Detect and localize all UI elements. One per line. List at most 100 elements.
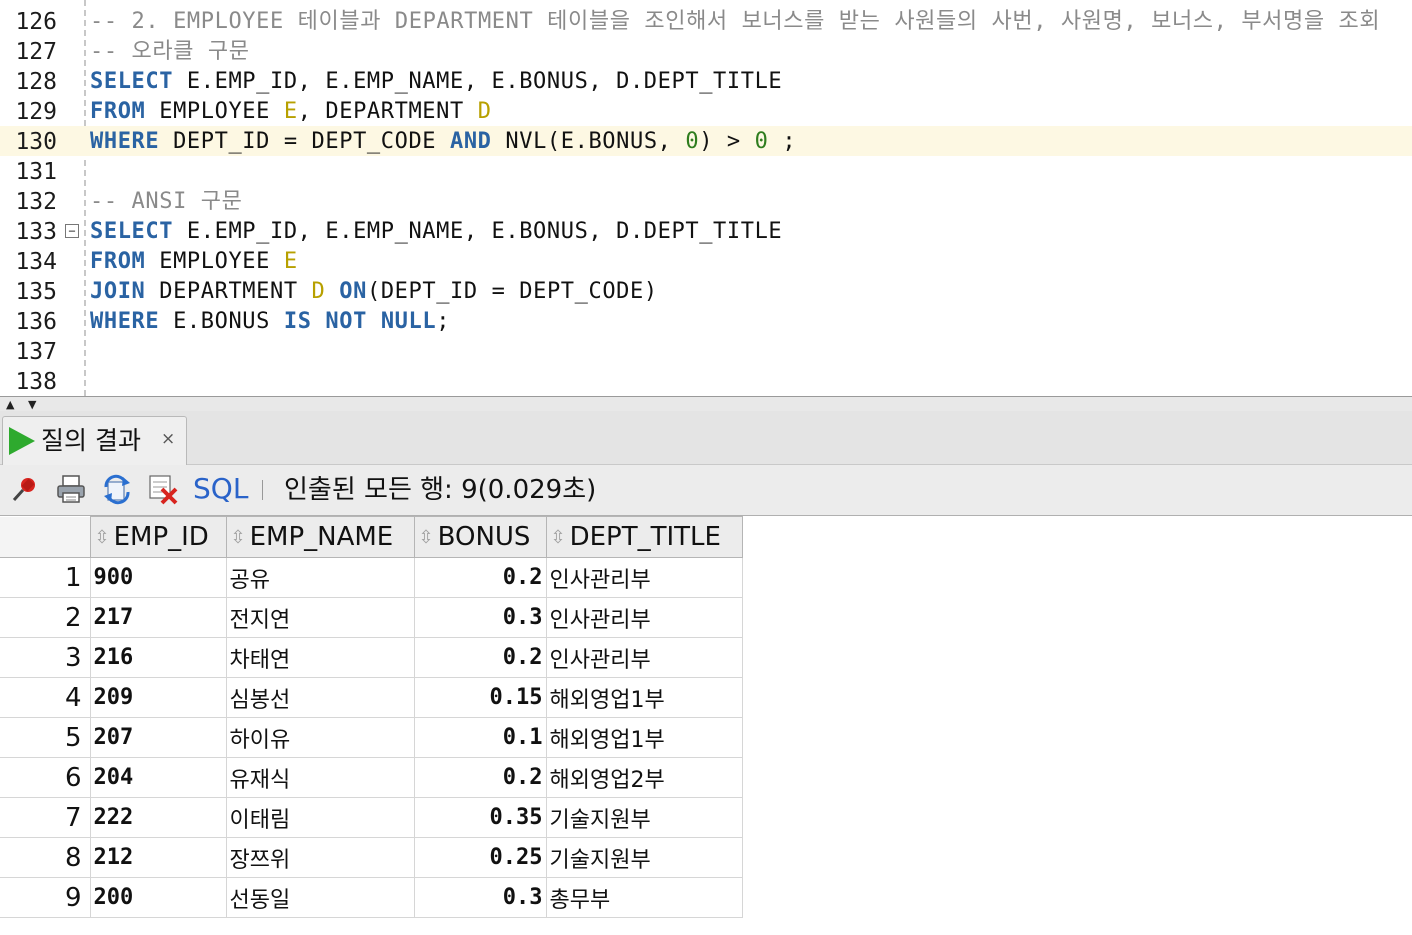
cell-bonus[interactable]: 0.1 bbox=[413, 717, 547, 758]
column-header-bonus[interactable]: ⇳ BONUS bbox=[413, 516, 547, 558]
line-number: 128 bbox=[15, 69, 57, 95]
refresh-icon[interactable] bbox=[101, 473, 133, 505]
cell-dept-title[interactable]: 인사관리부 bbox=[545, 637, 743, 678]
table-row[interactable]: 6 204 유재식 0.2 해외영업2부 bbox=[0, 757, 743, 798]
code-line[interactable]: 138 bbox=[0, 366, 1412, 396]
cell-dept-title[interactable]: 인사관리부 bbox=[545, 557, 743, 598]
cell-emp-id[interactable]: 207 bbox=[89, 717, 227, 758]
pane-splitter[interactable]: ▲ ▼ bbox=[0, 396, 1412, 412]
code-line[interactable]: 137 bbox=[0, 336, 1412, 366]
column-header-emp-id[interactable]: ⇳ EMP_ID bbox=[89, 516, 227, 558]
column-header-dept-title[interactable]: ⇳ DEPT_TITLE bbox=[545, 516, 743, 558]
cell-emp-name[interactable]: 심봉선 bbox=[225, 677, 415, 718]
row-number[interactable]: 3 bbox=[0, 637, 91, 678]
table-row[interactable]: 5 207 하이유 0.1 해외영업1부 bbox=[0, 717, 743, 758]
code-line[interactable]: 128 SELECT E.EMP_ID, E.EMP_NAME, E.BONUS,… bbox=[0, 66, 1412, 96]
collapse-up-icon[interactable]: ▲ bbox=[6, 399, 14, 410]
cell-bonus[interactable]: 0.2 bbox=[413, 757, 547, 798]
cell-emp-name[interactable]: 유재식 bbox=[225, 757, 415, 798]
cell-emp-id[interactable]: 900 bbox=[89, 557, 227, 598]
fold-toggle-icon[interactable]: − bbox=[65, 224, 79, 238]
table-row[interactable]: 8 212 장쯔위 0.25 기술지원부 bbox=[0, 837, 743, 878]
cell-dept-title[interactable]: 해외영업2부 bbox=[545, 757, 743, 798]
code-line[interactable]: 126 -- 2. EMPLOYEE 테이블과 DEPARTMENT 테이블을 조… bbox=[0, 6, 1412, 36]
cell-dept-title[interactable]: 해외영업1부 bbox=[545, 717, 743, 758]
row-header-corner bbox=[0, 516, 91, 558]
code-text: WHERE E.BONUS IS NOT NULL; bbox=[90, 310, 450, 334]
tab-query-result[interactable]: 질의 결과 × bbox=[2, 416, 187, 465]
row-number[interactable]: 4 bbox=[0, 677, 91, 718]
row-number[interactable]: 1 bbox=[0, 557, 91, 598]
code-line[interactable]: 136 WHERE E.BONUS IS NOT NULL; bbox=[0, 306, 1412, 336]
cell-emp-id[interactable]: 222 bbox=[89, 797, 227, 838]
cell-emp-id[interactable]: 212 bbox=[89, 837, 227, 878]
sql-button[interactable]: SQL bbox=[193, 472, 248, 506]
code-line[interactable]: 129 FROM EMPLOYEE E, DEPARTMENT D bbox=[0, 96, 1412, 126]
close-tab-icon[interactable]: × bbox=[161, 429, 175, 449]
cell-bonus[interactable]: 0.2 bbox=[413, 637, 547, 678]
table-row[interactable]: 9 200 선동일 0.3 총무부 bbox=[0, 877, 743, 918]
table-alias: D bbox=[477, 99, 492, 124]
code-text: -- ANSI 구문 bbox=[90, 190, 242, 214]
code-line[interactable]: 134 FROM EMPLOYEE E bbox=[0, 246, 1412, 276]
cell-emp-name[interactable]: 장쯔위 bbox=[225, 837, 415, 878]
code-token: ) > bbox=[699, 129, 755, 154]
cell-bonus[interactable]: 0.2 bbox=[413, 557, 547, 598]
cell-emp-name[interactable]: 공유 bbox=[225, 557, 415, 598]
cell-emp-id[interactable]: 200 bbox=[89, 877, 227, 918]
fetch-status: 인출된 모든 행: 9(0.029초) bbox=[284, 475, 597, 505]
code-line[interactable]: 133 SELECT E.EMP_ID, E.EMP_NAME, E.BONUS,… bbox=[0, 216, 1412, 246]
delete-rows-icon[interactable] bbox=[147, 473, 179, 505]
cell-emp-id[interactable]: 209 bbox=[89, 677, 227, 718]
cell-bonus[interactable]: 0.3 bbox=[413, 877, 547, 918]
cell-emp-name[interactable]: 하이유 bbox=[225, 717, 415, 758]
collapse-down-icon[interactable]: ▼ bbox=[28, 399, 36, 410]
code-text: WHERE DEPT_ID = DEPT_CODE AND NVL(E.BONU… bbox=[90, 130, 796, 154]
code-line[interactable]: 127 -- 오라클 구문 bbox=[0, 36, 1412, 66]
cell-emp-id[interactable]: 204 bbox=[89, 757, 227, 798]
cell-emp-name[interactable]: 전지연 bbox=[225, 597, 415, 638]
sql-keyword: NULL bbox=[380, 309, 437, 334]
cell-dept-title[interactable]: 기술지원부 bbox=[545, 837, 743, 878]
cell-bonus[interactable]: 0.15 bbox=[413, 677, 547, 718]
row-number[interactable]: 7 bbox=[0, 797, 91, 838]
cell-dept-title[interactable]: 총무부 bbox=[545, 877, 743, 918]
cell-emp-name[interactable]: 선동일 bbox=[225, 877, 415, 918]
sql-keyword: SELECT bbox=[90, 219, 174, 244]
number-literal: 0 bbox=[685, 129, 700, 154]
table-row[interactable]: 7 222 이태림 0.35 기술지원부 bbox=[0, 797, 743, 838]
row-number[interactable]: 2 bbox=[0, 597, 91, 638]
table-row[interactable]: 3 216 차태연 0.2 인사관리부 bbox=[0, 637, 743, 678]
cell-bonus[interactable]: 0.35 bbox=[413, 797, 547, 838]
row-number[interactable]: 5 bbox=[0, 717, 91, 758]
cell-emp-name[interactable]: 이태림 bbox=[225, 797, 415, 838]
sql-keyword: AND bbox=[449, 129, 492, 154]
row-number[interactable]: 8 bbox=[0, 837, 91, 878]
row-number[interactable]: 9 bbox=[0, 877, 91, 918]
column-header-emp-name[interactable]: ⇳ EMP_NAME bbox=[225, 516, 415, 558]
code-line[interactable]: 131 bbox=[0, 156, 1412, 186]
cell-dept-title[interactable]: 해외영업1부 bbox=[545, 677, 743, 718]
table-row[interactable]: 4 209 심봉선 0.15 해외영업1부 bbox=[0, 677, 743, 718]
cell-emp-name[interactable]: 차태연 bbox=[225, 637, 415, 678]
code-text: FROM EMPLOYEE E bbox=[90, 250, 298, 274]
code-token: DEPT_ID = DEPT_CODE bbox=[159, 129, 450, 154]
code-line[interactable]: 132 -- ANSI 구문 bbox=[0, 186, 1412, 216]
cell-bonus[interactable]: 0.3 bbox=[413, 597, 547, 638]
sql-editor[interactable]: 126 -- 2. EMPLOYEE 테이블과 DEPARTMENT 테이블을 조… bbox=[0, 0, 1412, 396]
cell-bonus[interactable]: 0.25 bbox=[413, 837, 547, 878]
table-row[interactable]: 2 217 전지연 0.3 인사관리부 bbox=[0, 597, 743, 638]
cell-emp-id[interactable]: 216 bbox=[89, 637, 227, 678]
cell-emp-id[interactable]: 217 bbox=[89, 597, 227, 638]
cell-dept-title[interactable]: 기술지원부 bbox=[545, 797, 743, 838]
row-number[interactable]: 6 bbox=[0, 757, 91, 798]
sql-keyword: ON bbox=[339, 279, 367, 304]
cell-dept-title[interactable]: 인사관리부 bbox=[545, 597, 743, 638]
code-line[interactable]: 130 WHERE DEPT_ID = DEPT_CODE AND NVL(E.B… bbox=[0, 126, 1412, 156]
freeze-view-pin-icon[interactable] bbox=[9, 473, 41, 505]
table-row[interactable]: 1 900 공유 0.2 인사관리부 bbox=[0, 557, 743, 598]
print-icon[interactable] bbox=[55, 473, 87, 505]
sql-keyword: WHERE bbox=[90, 309, 160, 334]
result-grid[interactable]: ⇳ EMP_ID ⇳ EMP_NAME ⇳ BONUS ⇳ DEPT_TITLE 1 90… bbox=[0, 515, 1412, 935]
code-line[interactable]: 135 JOIN DEPARTMENT D ON(DEPT_ID = DEPT_C… bbox=[0, 276, 1412, 306]
